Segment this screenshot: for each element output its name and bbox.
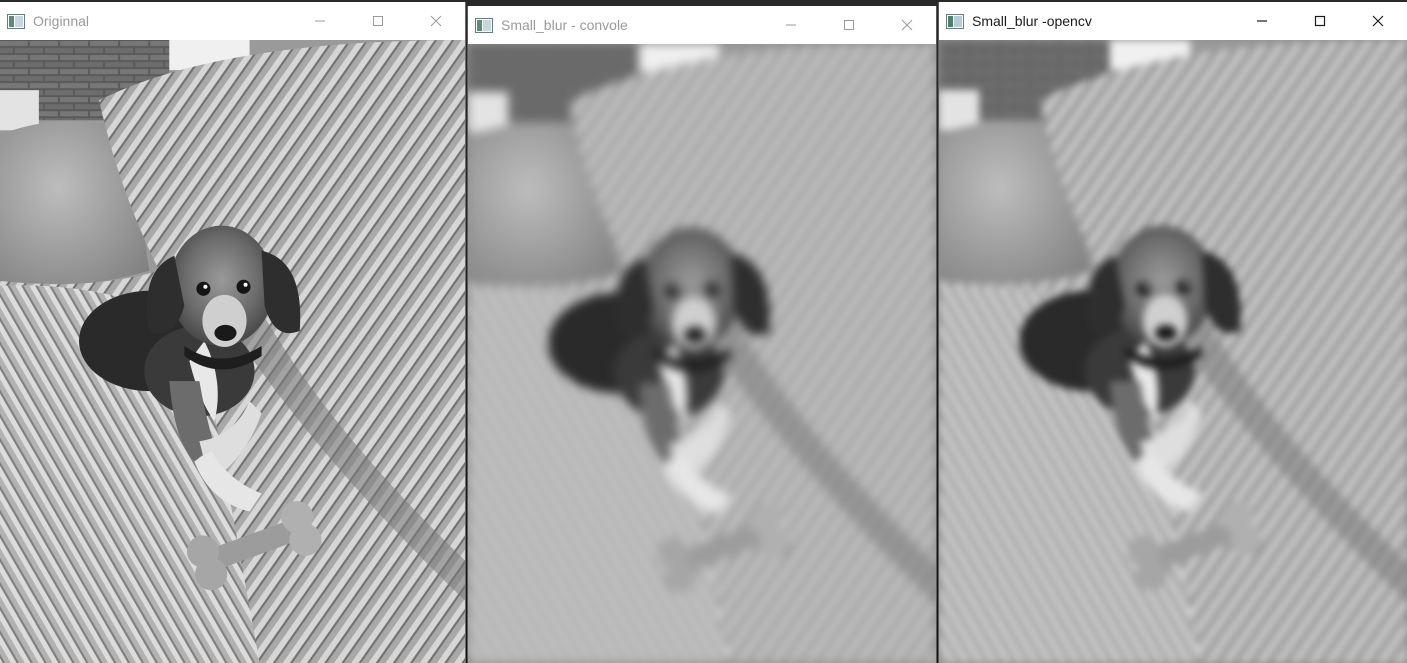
close-icon <box>430 15 442 27</box>
titlebar[interactable]: Small_blur - convole <box>468 6 936 44</box>
close-button[interactable] <box>1349 2 1407 40</box>
window-title: Small_blur -opencv <box>972 13 1092 29</box>
maximize-icon <box>373 16 383 26</box>
window-title: Small_blur - convole <box>501 17 628 33</box>
window-controls <box>291 2 465 40</box>
minimize-icon <box>786 24 796 26</box>
photo-blurred-opencv <box>939 40 1407 663</box>
maximize-button[interactable] <box>349 2 407 40</box>
image-window-icon <box>7 13 25 29</box>
window-small-blur-opencv[interactable]: Small_blur -opencv <box>938 2 1407 663</box>
titlebar[interactable]: Originnal <box>0 2 465 40</box>
maximize-button[interactable] <box>1291 2 1349 40</box>
image-canvas <box>468 44 936 663</box>
minimize-icon <box>1257 20 1267 22</box>
desktop: Originnal Small_blur - convole Small_blu… <box>0 0 1407 663</box>
maximize-icon <box>844 20 854 30</box>
close-icon <box>901 19 913 31</box>
close-icon <box>1372 15 1384 27</box>
maximize-button[interactable] <box>820 6 878 44</box>
minimize-button[interactable] <box>762 6 820 44</box>
image-window-icon <box>475 17 493 33</box>
minimize-icon <box>315 20 325 22</box>
window-small-blur-convolve[interactable]: Small_blur - convole <box>467 6 937 663</box>
titlebar[interactable]: Small_blur -opencv <box>939 2 1407 40</box>
close-button[interactable] <box>407 2 465 40</box>
minimize-button[interactable] <box>1233 2 1291 40</box>
image-canvas <box>939 40 1407 663</box>
window-controls <box>1233 2 1407 40</box>
photo-original <box>0 40 465 663</box>
minimize-button[interactable] <box>291 2 349 40</box>
window-title: Originnal <box>33 13 90 29</box>
photo-blurred-convolve <box>468 44 936 663</box>
close-button[interactable] <box>878 6 936 44</box>
maximize-icon <box>1314 15 1326 27</box>
image-canvas <box>0 40 465 663</box>
window-original[interactable]: Originnal <box>0 2 466 663</box>
window-controls <box>762 6 936 44</box>
image-window-icon <box>946 13 964 29</box>
